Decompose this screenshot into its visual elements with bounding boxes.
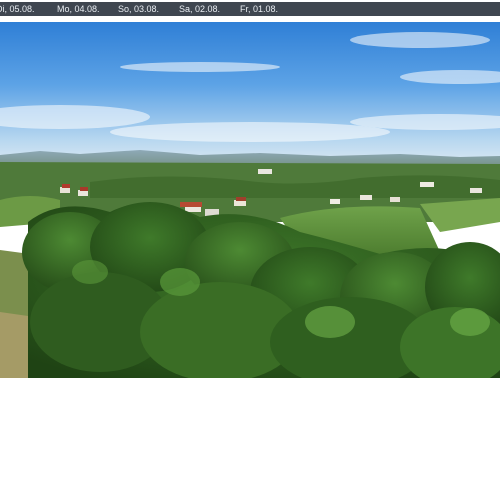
webcam-viewer: Di, 05.08. Mo, 04.08. So, 03.08. Sa, 02.… [0,0,500,500]
date-tab-fri[interactable]: Fr, 01.08. [240,2,278,16]
date-tab-tue[interactable]: Di, 05.08. [0,2,35,16]
date-tab-mon[interactable]: Mo, 04.08. [57,2,100,16]
date-tab-sat[interactable]: Sa, 02.08. [179,2,220,16]
date-navigation-bar: Di, 05.08. Mo, 04.08. So, 03.08. Sa, 02.… [0,2,500,16]
date-tab-sun[interactable]: So, 03.08. [118,2,159,16]
webcam-panorama-image[interactable] [0,22,500,378]
